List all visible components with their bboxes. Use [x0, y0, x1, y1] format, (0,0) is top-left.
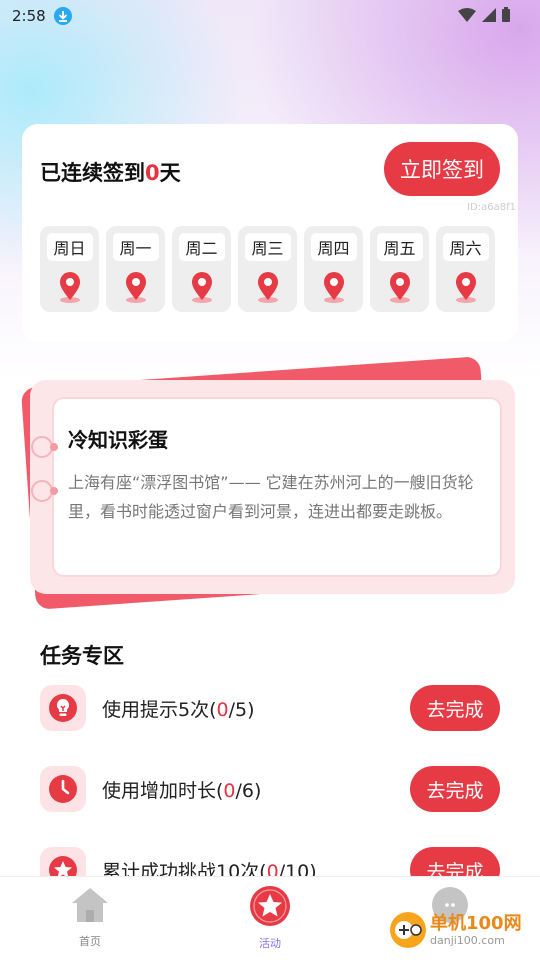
task-complete-button[interactable]: 去完成 — [410, 685, 500, 731]
day-tuesday[interactable]: 周二 — [172, 226, 231, 312]
day-label: 周二 — [178, 233, 225, 261]
task-label: 使用增加时长(0/6) — [102, 779, 262, 802]
lightbulb-icon — [40, 685, 86, 731]
checkin-title: 已连续签到0天 — [40, 157, 181, 187]
day-label: 周三 — [244, 233, 291, 261]
wifi-icon — [458, 7, 476, 26]
task-item: 使用增加时长(0/6) 去完成 — [40, 765, 500, 813]
day-saturday[interactable]: 周六 — [436, 226, 495, 312]
location-pin-icon — [386, 271, 414, 307]
location-pin-icon — [56, 271, 84, 307]
day-label: 周日 — [46, 233, 93, 261]
battery-icon — [502, 7, 510, 26]
trivia-text: 上海有座“漂浮图书馆”—— 它建在苏州河上的一艘旧货轮里，看书时能透过窗户看到河… — [68, 473, 474, 521]
watermark: 单机100网 danji100.com — [390, 912, 522, 948]
watermark-logo — [390, 912, 426, 948]
checkin-button[interactable]: 立即签到 — [384, 142, 500, 196]
watermark-url: danji100.com — [430, 933, 505, 947]
nav-activity[interactable]: 活动 — [220, 885, 320, 951]
checkin-card: 已连续签到0天 立即签到 ID:a6a8f1 周日 周一 周二 周三 周四 周五 — [22, 124, 518, 342]
location-pin-icon — [452, 271, 480, 307]
status-time: 2:58 — [12, 7, 46, 25]
star-icon — [249, 885, 291, 931]
checkin-title-prefix: 已连续签到 — [40, 161, 145, 185]
day-monday[interactable]: 周一 — [106, 226, 165, 312]
task-item: 使用提示5次(0/5) 去完成 — [40, 684, 500, 732]
location-pin-icon — [188, 271, 216, 307]
status-bar: 2:58 — [0, 0, 540, 32]
checkin-title-suffix: 天 — [159, 161, 181, 185]
binder-dot — [50, 443, 58, 451]
clock-icon — [40, 766, 86, 812]
nav-label: 活动 — [259, 937, 281, 950]
nav-label: 首页 — [79, 935, 101, 948]
location-pin-icon — [122, 271, 150, 307]
day-label: 周六 — [442, 233, 489, 261]
checkin-id: ID:a6a8f1 — [467, 202, 516, 213]
location-pin-icon — [320, 271, 348, 307]
day-thursday[interactable]: 周四 — [304, 226, 363, 312]
day-friday[interactable]: 周五 — [370, 226, 429, 312]
task-label: 使用提示5次(0/5) — [102, 698, 255, 721]
day-label: 周五 — [376, 233, 423, 261]
weekday-list: 周日 周一 周二 周三 周四 周五 周六 — [40, 226, 495, 312]
tasks-section-title: 任务专区 — [40, 644, 124, 668]
day-wednesday[interactable]: 周三 — [238, 226, 297, 312]
day-label: 周一 — [112, 233, 159, 261]
home-icon — [70, 885, 110, 929]
binder-dot — [50, 487, 58, 495]
download-icon — [53, 7, 72, 25]
watermark-name: 单机100网 — [430, 912, 522, 934]
nav-home[interactable]: 首页 — [40, 885, 140, 949]
checkin-streak-count: 0 — [145, 161, 160, 185]
day-label: 周四 — [310, 233, 357, 261]
signal-icon — [482, 7, 496, 26]
trivia-title: 冷知识彩蛋 — [68, 428, 168, 452]
task-complete-button[interactable]: 去完成 — [410, 766, 500, 812]
location-pin-icon — [254, 271, 282, 307]
day-sunday[interactable]: 周日 — [40, 226, 99, 312]
